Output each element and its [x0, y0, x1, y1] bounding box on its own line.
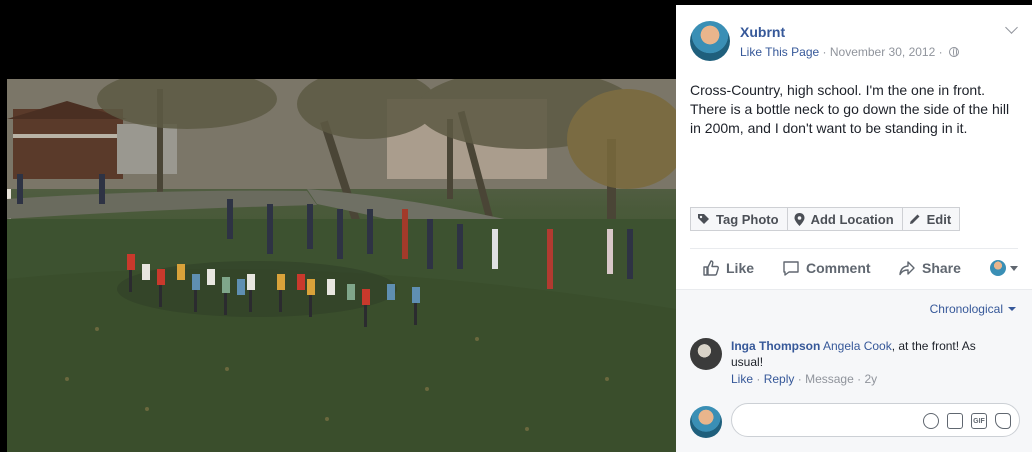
tag-photo-button[interactable]: Tag Photo: [690, 207, 788, 231]
add-location-button[interactable]: Add Location: [786, 207, 903, 231]
comment-label: Comment: [806, 260, 871, 276]
commenter-name[interactable]: Inga Thompson: [731, 339, 820, 353]
comment-composer: GIF: [690, 403, 1020, 439]
post-caption: Cross-Country, high school. I'm the one …: [690, 82, 1010, 136]
comment-input[interactable]: GIF: [731, 403, 1020, 437]
post-meta: Like This Page · November 30, 2012 ·: [740, 45, 959, 59]
comment-message-link[interactable]: Message: [805, 372, 854, 386]
share-arrow-icon: [899, 261, 915, 276]
thumbs-up-icon: [703, 260, 719, 276]
camera-icon[interactable]: [947, 413, 963, 429]
tag-icon: [698, 213, 709, 224]
location-pin-icon: [794, 212, 805, 226]
chevron-down-icon[interactable]: [1005, 21, 1018, 34]
sort-label: Chronological: [929, 302, 1003, 316]
author-name[interactable]: Xubrnt: [740, 24, 785, 40]
comment-body: Inga Thompson Angela Cook, at the front!…: [731, 338, 991, 370]
gif-icon[interactable]: GIF: [971, 413, 987, 429]
edit-button[interactable]: Edit: [901, 207, 961, 231]
photo-viewer: [0, 0, 676, 452]
author-avatar[interactable]: [690, 21, 730, 61]
meta-separator: ·: [822, 45, 827, 59]
comment-like-link[interactable]: Like: [731, 372, 753, 386]
smiley-icon[interactable]: [923, 413, 939, 429]
comment-age[interactable]: 2y: [864, 372, 877, 386]
tagged-person[interactable]: Angela Cook: [823, 339, 892, 353]
like-label: Like: [726, 260, 755, 276]
sticker-icon[interactable]: [995, 413, 1011, 429]
add-location-label: Add Location: [810, 211, 894, 227]
meta-separator: ·: [938, 45, 943, 59]
chevron-down-icon: [1008, 307, 1016, 311]
chevron-down-icon[interactable]: [1010, 265, 1018, 271]
tag-photo-label: Tag Photo: [716, 211, 779, 227]
share-label: Share: [922, 260, 961, 276]
divider: [690, 248, 1018, 249]
comment-sort-dropdown[interactable]: Chronological: [930, 302, 1016, 316]
photo-action-bar: Tag Photo Add Location Edit: [690, 207, 961, 231]
reaction-identity-avatar[interactable]: [990, 260, 1006, 276]
post-sidebar: Xubrnt Like This Page · November 30, 201…: [676, 5, 1032, 452]
reaction-bar: Like Comment Share: [690, 253, 1018, 283]
like-page-link[interactable]: Like This Page: [740, 45, 819, 59]
pencil-icon: [909, 214, 920, 224]
edit-label: Edit: [926, 211, 952, 227]
commenter-avatar[interactable]: [690, 338, 722, 370]
photo-scene: [7, 79, 676, 452]
current-user-avatar: [690, 406, 722, 438]
comment-actions: Like · Reply · Message · 2y: [731, 372, 878, 386]
speech-bubble-icon: [783, 261, 799, 276]
like-button[interactable]: Like: [702, 259, 782, 277]
comment-reply-link[interactable]: Reply: [764, 372, 795, 386]
share-button[interactable]: Share: [898, 259, 990, 277]
post-date[interactable]: November 30, 2012: [830, 45, 935, 59]
post-photo[interactable]: [7, 79, 676, 452]
globe-icon[interactable]: [948, 47, 959, 57]
comment-button[interactable]: Comment: [782, 259, 898, 277]
comments-section: Chronological Inga Thompson Angela Cook,…: [676, 289, 1032, 452]
composer-tools: GIF: [923, 413, 1011, 429]
